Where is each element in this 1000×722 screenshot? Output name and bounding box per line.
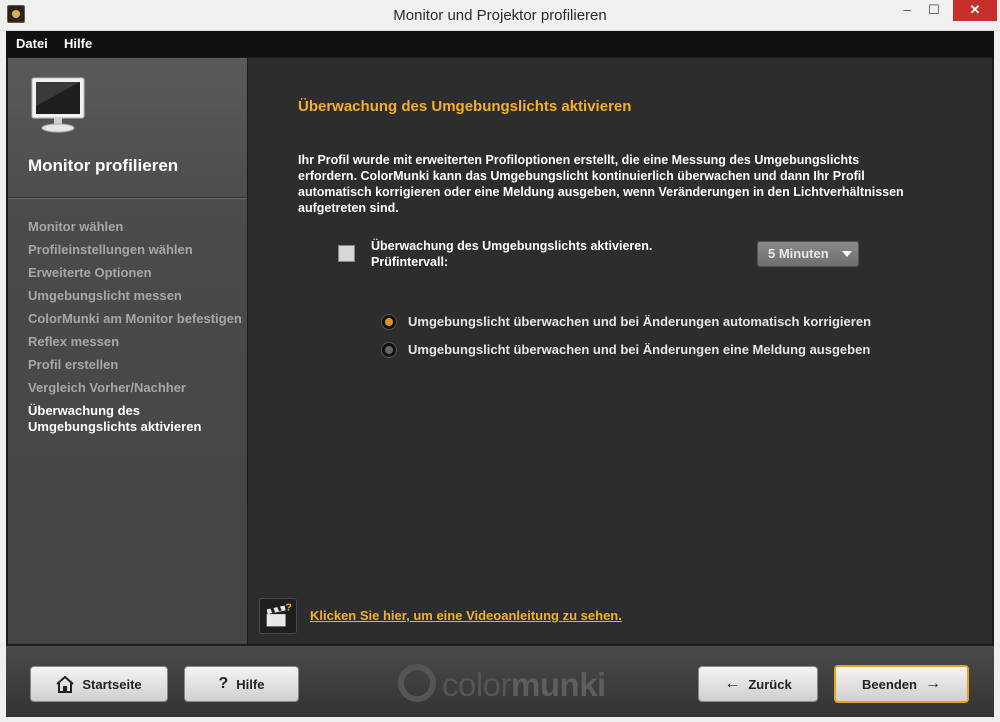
help-button-label: Hilfe bbox=[236, 676, 265, 692]
step-profil-erstellen: Profil erstellen bbox=[28, 357, 119, 372]
finish-button[interactable]: Beenden → bbox=[834, 665, 969, 703]
step-ueberwachung-active: Überwachung des Umgebungslichts aktivier… bbox=[28, 403, 202, 434]
logo-mark bbox=[398, 664, 436, 702]
step-monitor-waehlen: Monitor wählen bbox=[28, 219, 124, 234]
step-erweiterte-optionen: Erweiterte Optionen bbox=[28, 265, 152, 280]
step-list: Monitor wählen Profileinstellungen wähle… bbox=[28, 219, 243, 442]
minimize-button[interactable]: – bbox=[894, 0, 920, 21]
arrow-left-icon: ← bbox=[724, 675, 741, 692]
app-window: Datei Hilfe Monitor profilieren Monitor … bbox=[6, 31, 994, 717]
radio-button-selected[interactable] bbox=[381, 314, 397, 330]
menu-datei[interactable]: Datei bbox=[16, 36, 48, 51]
maximize-button[interactable]: ☐ bbox=[920, 0, 948, 21]
checkbox-label-line1: Überwachung des Umgebungslichts aktivier… bbox=[371, 239, 653, 253]
question-icon: ? bbox=[218, 675, 229, 692]
interval-dropdown[interactable]: 5 Minuten bbox=[757, 241, 859, 267]
radio-button[interactable] bbox=[381, 342, 397, 358]
back-button[interactable]: ← Zurück bbox=[698, 666, 818, 702]
chevron-down-icon bbox=[842, 251, 852, 257]
arrow-right-icon: → bbox=[924, 675, 941, 692]
home-button[interactable]: Startseite bbox=[30, 666, 168, 702]
step-colormunki-befestigen: ColorMunki am Monitor befestigen bbox=[28, 311, 242, 326]
intro-text: Ihr Profil wurde mit erweiterten Profilo… bbox=[298, 153, 904, 215]
monitor-icon bbox=[31, 77, 85, 133]
help-button[interactable]: ? Hilfe bbox=[184, 666, 299, 702]
title-bar: Monitor und Projektor profilieren – ☐ ✕ bbox=[0, 0, 1000, 31]
monitoring-checkbox[interactable] bbox=[338, 245, 355, 262]
close-button[interactable]: ✕ bbox=[953, 0, 997, 21]
svg-text:?: ? bbox=[286, 602, 292, 613]
home-button-label: Startseite bbox=[82, 676, 142, 692]
sidebar-divider bbox=[8, 197, 247, 199]
window-title: Monitor und Projektor profilieren bbox=[393, 7, 607, 24]
step-vergleich: Vergleich Vorher/Nachher bbox=[28, 380, 186, 395]
radio-label-notify: Umgebungslicht überwachen und bei Änderu… bbox=[408, 342, 871, 357]
logo-text: colormunki bbox=[442, 666, 606, 703]
video-clapperboard-icon[interactable]: ? bbox=[259, 598, 297, 634]
main-panel: Überwachung des Umgebungslichts aktivier… bbox=[248, 58, 992, 644]
menu-hilfe[interactable]: Hilfe bbox=[64, 36, 92, 51]
monitoring-checkbox-label: Überwachung des Umgebungslichts aktivier… bbox=[371, 238, 652, 270]
sidebar-title: Monitor profilieren bbox=[28, 156, 179, 175]
home-icon bbox=[56, 675, 75, 693]
step-umgebungslicht-messen: Umgebungslicht messen bbox=[28, 288, 182, 303]
step-profileinstellungen: Profileinstellungen wählen bbox=[28, 242, 193, 257]
radio-label-auto-correct: Umgebungslicht überwachen und bei Änderu… bbox=[408, 314, 872, 329]
video-tutorial-link[interactable]: Klicken Sie hier, um eine Videoanleitung… bbox=[310, 608, 622, 623]
colormunki-logo: colormunki bbox=[392, 660, 612, 706]
sidebar: Monitor profilieren Monitor wählen Profi… bbox=[8, 58, 247, 644]
finish-button-label: Beenden bbox=[862, 676, 917, 692]
interval-value: 5 Minuten bbox=[768, 246, 829, 261]
menu-bar: Datei Hilfe bbox=[6, 31, 994, 57]
interval-label: Prüfintervall: bbox=[371, 255, 449, 269]
footer-bar: Startseite ? Hilfe colormunki ← Zurück B… bbox=[6, 645, 994, 717]
step-reflex-messen: Reflex messen bbox=[28, 334, 120, 349]
back-button-label: Zurück bbox=[748, 676, 792, 692]
page-title: Überwachung des Umgebungslichts aktivier… bbox=[298, 98, 632, 115]
